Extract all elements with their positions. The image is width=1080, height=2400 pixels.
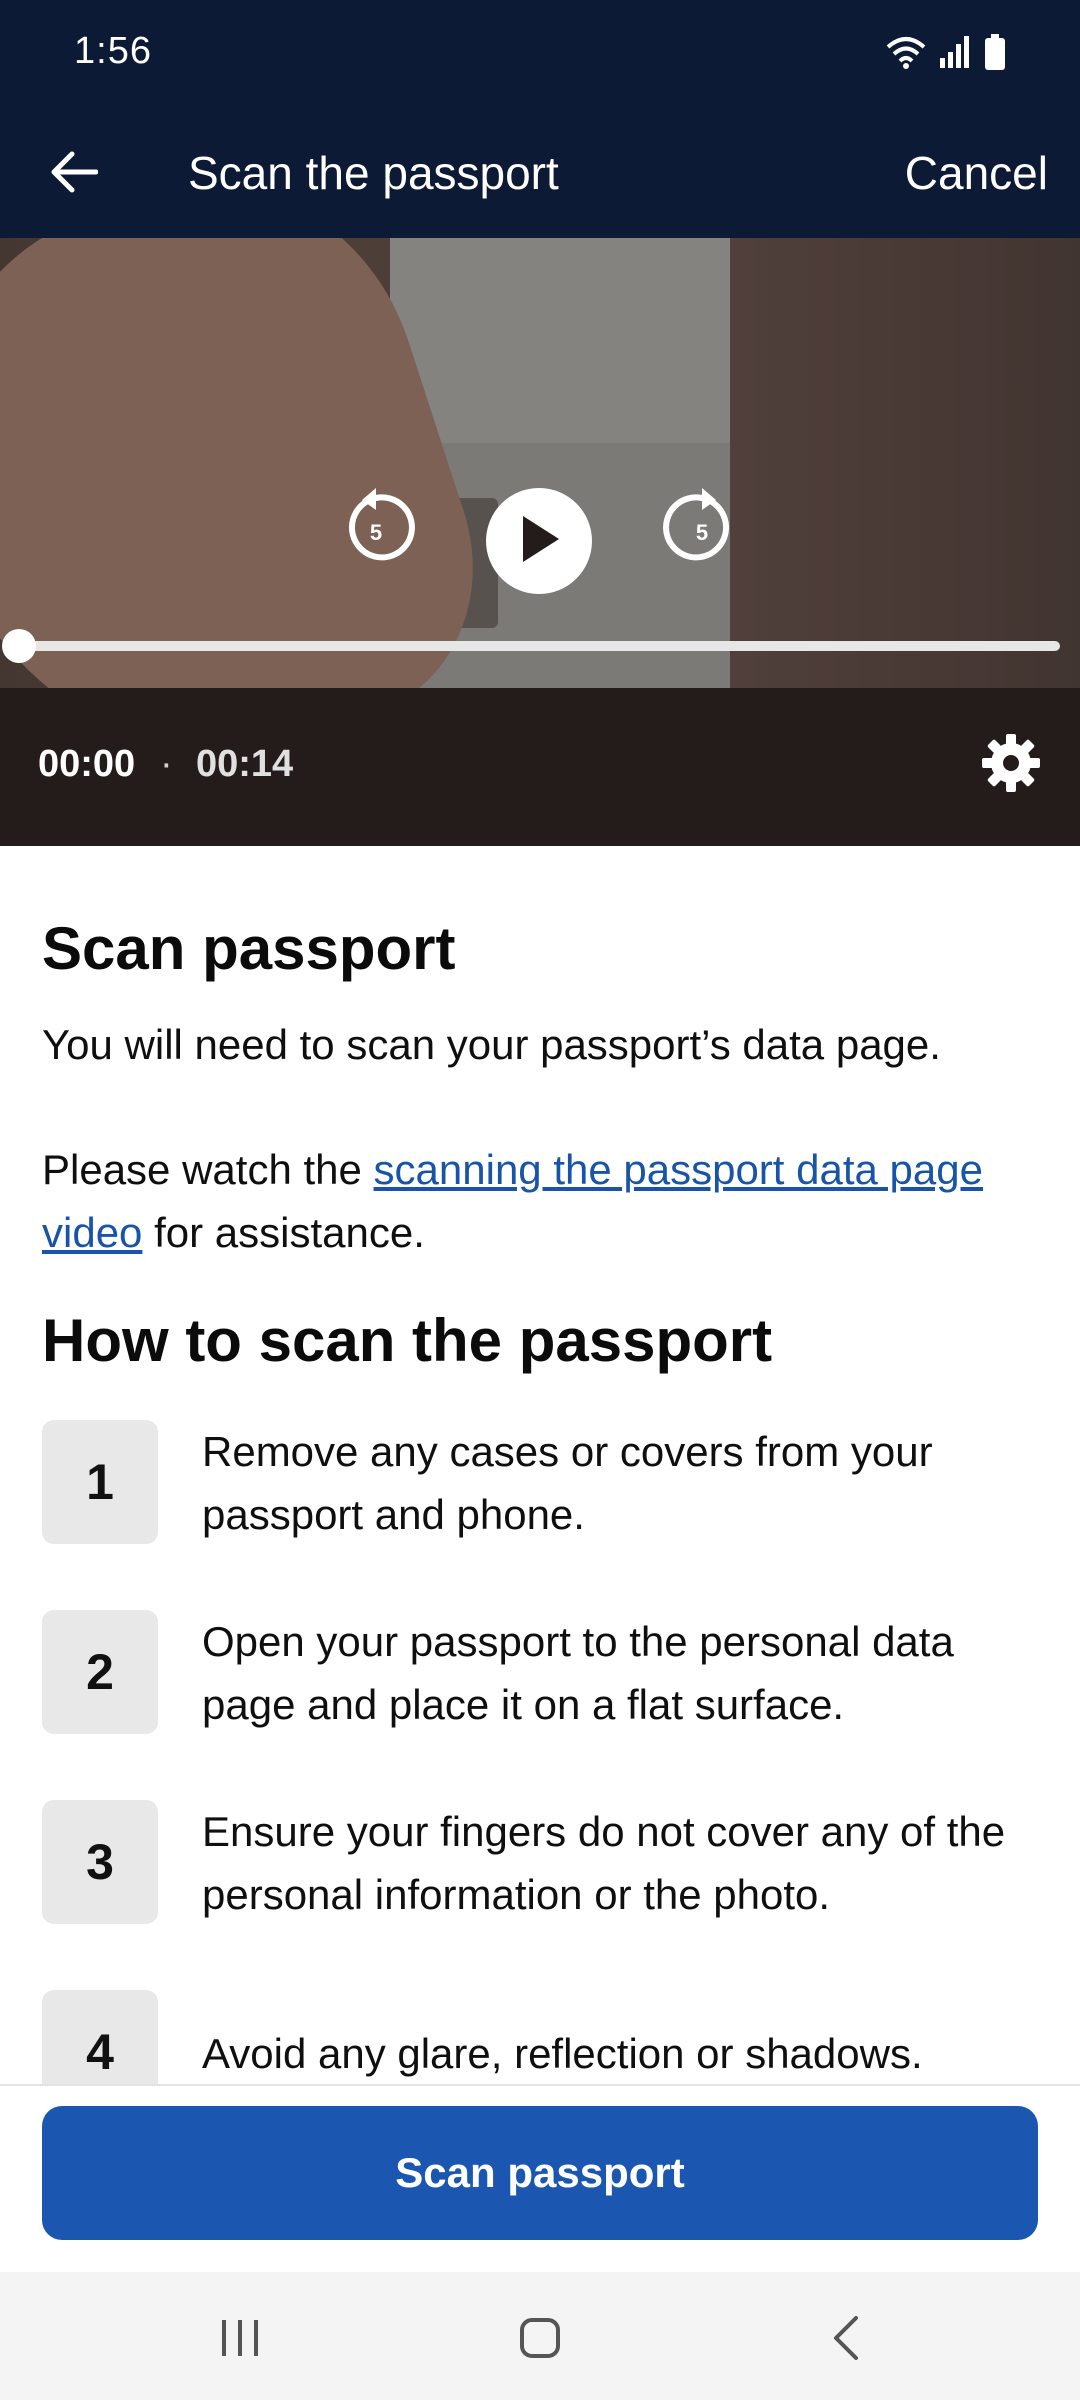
footer-divider	[0, 2084, 1080, 2086]
step-text: Ensure your fingers do not cover any of …	[202, 1808, 1006, 1918]
rewind-5-icon: 5	[336, 488, 416, 572]
rewind-button[interactable]: 5	[336, 488, 416, 568]
section-heading: Scan passport	[42, 915, 456, 982]
battery-icon	[984, 34, 1006, 70]
time-separator: ·	[160, 743, 173, 785]
video-scrubber-handle[interactable]	[2, 629, 36, 663]
system-nav-bar	[0, 2272, 1080, 2400]
step-number-badge: 3	[42, 1800, 158, 1924]
cancel-button[interactable]: Cancel	[905, 140, 1048, 206]
video-duration: 00:14	[196, 743, 294, 785]
settings-gear-icon	[980, 734, 1042, 798]
step-text: Open your passport to the personal data …	[202, 1618, 954, 1728]
step-text: Avoid any glare, reflection or shadows.	[202, 2030, 923, 2077]
scan-passport-button[interactable]: Scan passport	[42, 2106, 1038, 2240]
forward-5-icon: 5	[662, 488, 742, 572]
status-icons	[886, 34, 1006, 70]
play-icon	[517, 514, 561, 569]
video-player[interactable]: 5 5 00:00 · 00:14	[0, 238, 1080, 846]
step-number-badge: 2	[42, 1610, 158, 1734]
video-progress-bar[interactable]	[2, 629, 1060, 663]
nav-back-icon[interactable]	[826, 2314, 866, 2367]
step-number-badge: 4	[42, 1990, 158, 2086]
home-icon[interactable]	[518, 2316, 562, 2365]
back-button[interactable]	[34, 136, 114, 212]
svg-text:5: 5	[370, 520, 382, 545]
status-bar: 1:56	[0, 0, 1080, 110]
intro-text: You will need to scan your passport’s da…	[42, 1021, 941, 1068]
wifi-icon	[886, 35, 926, 69]
video-current-time: 00:00	[38, 743, 136, 785]
steps-heading: How to scan the passport	[42, 1307, 773, 1374]
app-bar: Scan the passport Cancel	[0, 110, 1080, 238]
step-number-badge: 1	[42, 1420, 158, 1544]
watch-prefix: Please watch the	[42, 1146, 374, 1193]
watch-video-text: Please watch the scanning the passport d…	[42, 1138, 1042, 1264]
recents-icon[interactable]	[218, 2316, 262, 2365]
watch-suffix: for assistance.	[142, 1209, 425, 1256]
svg-text:5: 5	[696, 520, 708, 545]
page-title: Scan the passport	[188, 147, 559, 199]
video-settings-button[interactable]	[980, 732, 1042, 794]
signal-icon	[940, 36, 970, 68]
step-text: Remove any cases or covers from your pas…	[202, 1428, 933, 1538]
content-scroll-area[interactable]: Scan passport You will need to scan your…	[0, 846, 1080, 2086]
play-button[interactable]	[486, 488, 592, 594]
forward-button[interactable]: 5	[662, 488, 742, 568]
back-arrow-icon	[50, 150, 99, 199]
status-time: 1:56	[74, 30, 152, 72]
